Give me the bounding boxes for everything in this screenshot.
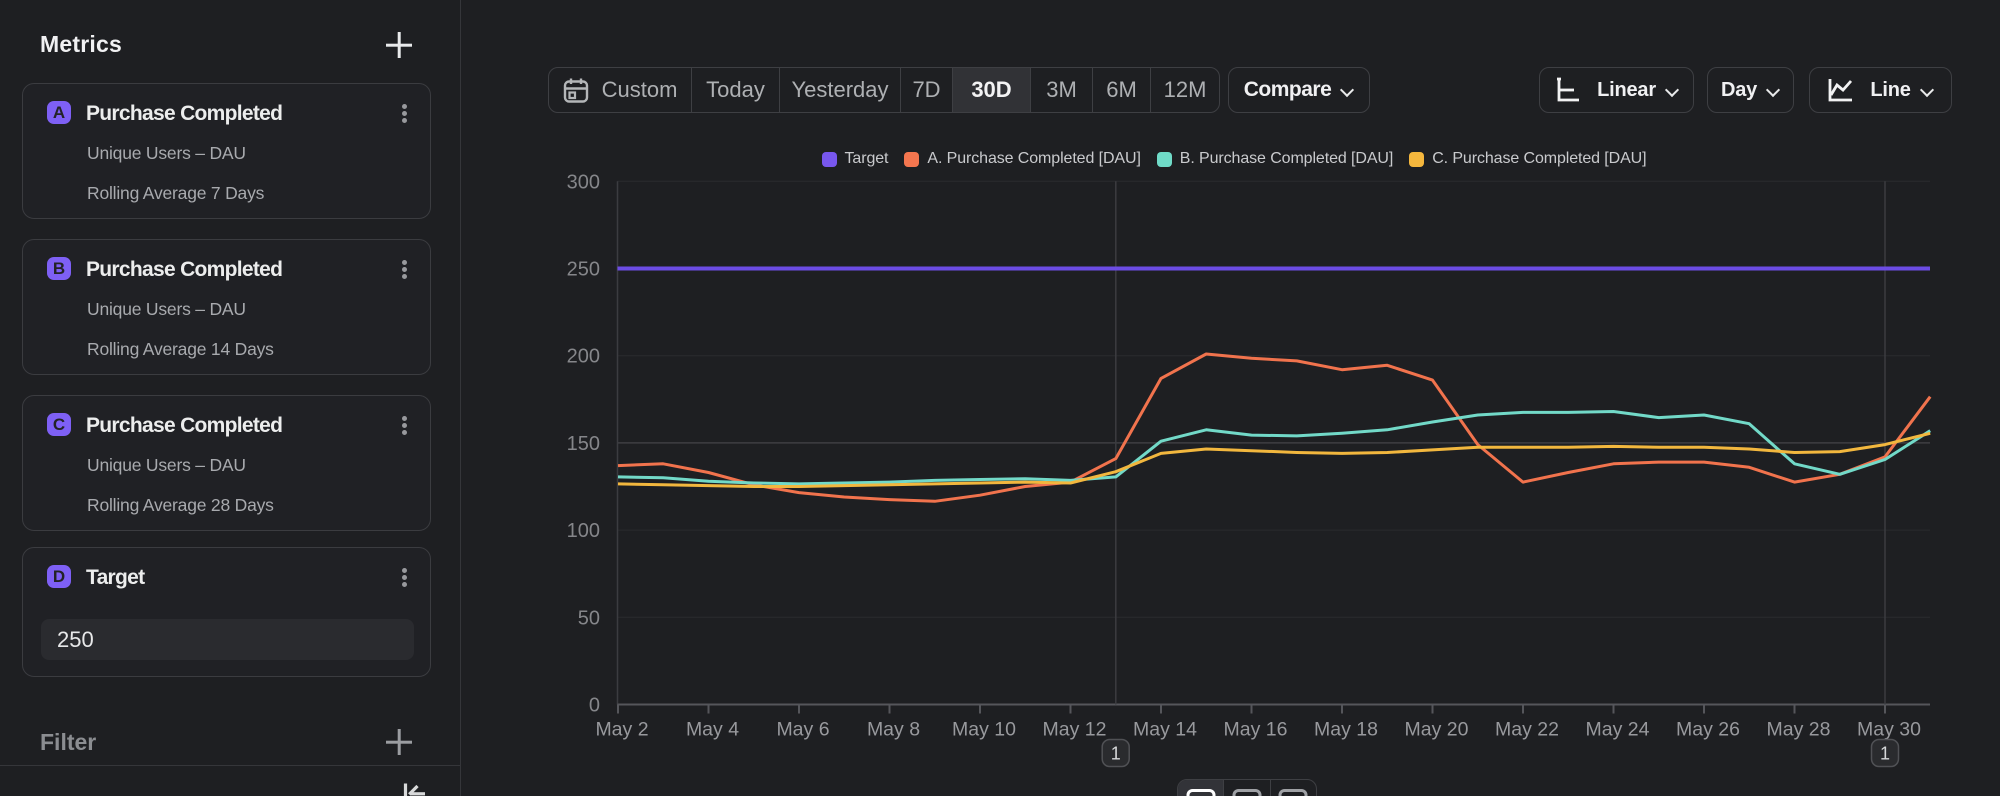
svg-text:0: 0 <box>589 695 600 717</box>
svg-text:100: 100 <box>567 520 600 542</box>
svg-text:May 16: May 16 <box>1224 719 1288 741</box>
svg-text:50: 50 <box>578 607 600 629</box>
svg-text:May 4: May 4 <box>686 719 739 741</box>
svg-text:May 10: May 10 <box>952 719 1016 741</box>
svg-text:300: 300 <box>567 171 600 193</box>
svg-text:May 8: May 8 <box>867 719 920 741</box>
svg-text:1: 1 <box>1880 744 1890 764</box>
svg-text:May 28: May 28 <box>1767 719 1831 741</box>
svg-text:May 20: May 20 <box>1405 719 1469 741</box>
svg-text:250: 250 <box>567 259 600 281</box>
svg-text:200: 200 <box>567 346 600 368</box>
svg-text:May 14: May 14 <box>1133 719 1197 741</box>
svg-text:May 30: May 30 <box>1857 719 1921 741</box>
svg-text:May 26: May 26 <box>1676 719 1740 741</box>
svg-text:150: 150 <box>567 433 600 455</box>
svg-text:1: 1 <box>1111 744 1121 764</box>
svg-text:May 12: May 12 <box>1043 719 1107 741</box>
svg-text:May 22: May 22 <box>1495 719 1559 741</box>
svg-text:May 18: May 18 <box>1314 719 1378 741</box>
svg-text:May 24: May 24 <box>1586 719 1650 741</box>
svg-text:May 2: May 2 <box>595 719 648 741</box>
svg-text:May 6: May 6 <box>776 719 829 741</box>
